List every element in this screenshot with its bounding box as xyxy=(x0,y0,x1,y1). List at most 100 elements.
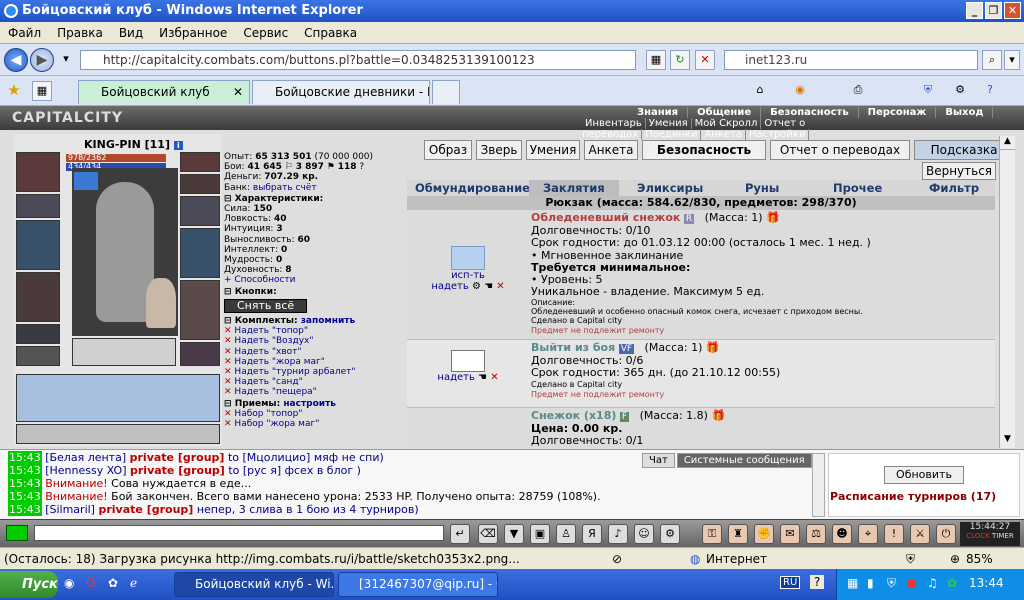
belt-slot[interactable] xyxy=(16,324,60,344)
menu-tools[interactable]: Сервис xyxy=(235,22,296,44)
beast-button[interactable]: Зверь xyxy=(476,140,522,160)
friends-icon[interactable]: ☻ xyxy=(832,524,852,544)
help-icon[interactable]: ? xyxy=(980,81,1000,101)
remember-link[interactable]: запомнить xyxy=(301,316,356,326)
legs-slot[interactable] xyxy=(180,280,220,340)
nav-character[interactable]: Персонаж xyxy=(858,107,937,118)
shield-slot[interactable] xyxy=(180,228,220,278)
hand-icon[interactable]: ☚ xyxy=(478,372,487,383)
exit-icon[interactable]: ⏻ xyxy=(936,524,956,544)
quick-tabs-icon[interactable]: ▦ xyxy=(32,81,52,101)
boots-slot[interactable] xyxy=(180,342,220,366)
extra-slots[interactable] xyxy=(16,424,220,444)
stop-icon[interactable]: ✕ xyxy=(695,50,715,70)
scroll-icon[interactable]: ✉ xyxy=(780,524,800,544)
buff-icon[interactable] xyxy=(74,172,98,190)
gear-icon[interactable]: ⚙ xyxy=(472,281,481,292)
image-button[interactable]: Образ xyxy=(424,140,472,160)
clock-text[interactable]: 13:44 xyxy=(969,576,1004,590)
language-indicator[interactable]: RU xyxy=(780,576,801,589)
empty-slots[interactable] xyxy=(72,338,176,366)
scroll-slots[interactable] xyxy=(16,374,220,422)
minimize-button[interactable]: _ xyxy=(966,2,983,19)
menu-view[interactable]: Вид xyxy=(111,22,151,44)
chars-header[interactable]: ⊟ Характеристики: xyxy=(224,194,404,204)
gear-icon[interactable]: ⚙ xyxy=(950,81,970,101)
bank-link[interactable]: выбрать счёт xyxy=(253,183,317,193)
sets-header[interactable]: ⊟ Комплекты: запомнить xyxy=(224,316,404,326)
trade-icon[interactable]: ⚖ xyxy=(806,524,826,544)
tab-combats[interactable]: Бойцовский клуб ✕ xyxy=(78,80,250,104)
opera-icon[interactable]: O xyxy=(86,576,95,590)
send-icon[interactable]: ↵ xyxy=(450,524,470,544)
tab-system[interactable]: Системные сообщения xyxy=(676,453,812,468)
tab-other[interactable]: Прочее xyxy=(833,181,882,195)
subnav-skills[interactable]: Умения xyxy=(645,118,692,129)
map-icon[interactable]: ⌖ xyxy=(858,524,878,544)
take-off-all-button[interactable]: Снять всё xyxy=(224,298,308,314)
refresh-icon[interactable]: ↻ xyxy=(670,50,690,70)
abilities-link[interactable]: + Способности xyxy=(224,275,404,285)
menu-favorites[interactable]: Избранное xyxy=(151,22,235,44)
nav-communication[interactable]: Общение xyxy=(688,107,762,118)
tab-chat[interactable]: Чат xyxy=(642,453,675,468)
scroll-down-icon[interactable]: ▼ xyxy=(1000,434,1015,448)
forward-button[interactable]: ▶ xyxy=(30,48,54,72)
music-icon[interactable]: ♪ xyxy=(608,524,628,544)
tournament-schedule[interactable]: Расписание турниров (17) xyxy=(829,490,1019,503)
fist-icon[interactable]: ✊ xyxy=(754,524,774,544)
tab-close-icon[interactable]: ✕ xyxy=(233,81,243,103)
tab-elixirs[interactable]: Эликсиры xyxy=(637,181,703,195)
set-item[interactable]: ✕ Надеть "санд" xyxy=(224,377,404,387)
nav-security[interactable]: Безопасность xyxy=(761,107,859,118)
info-icon[interactable]: i xyxy=(173,141,183,150)
trick-item[interactable]: ✕ Набор "топор" xyxy=(224,409,404,419)
menu-help[interactable]: Справка xyxy=(296,22,365,44)
security-button[interactable]: Безопасность xyxy=(642,140,766,160)
bracer-slot[interactable] xyxy=(16,194,60,218)
amulet-slot[interactable] xyxy=(180,152,220,172)
security-tray-icon[interactable]: ⛨ xyxy=(887,576,896,591)
refresh-button[interactable]: Обновить xyxy=(884,466,964,484)
lock-icon[interactable]: ⚿ xyxy=(702,524,722,544)
signal-icon[interactable]: ▮ xyxy=(867,576,874,590)
tricks-header[interactable]: ⊟ Приемы: настроить xyxy=(224,399,404,409)
quicklaunch-icon[interactable]: ◉ xyxy=(64,576,74,590)
set-item[interactable]: ✕ Надеть "хвот" xyxy=(224,347,404,357)
armor-slot[interactable] xyxy=(16,272,60,322)
set-item[interactable]: ✕ Надеть "турнир арбалет" xyxy=(224,367,404,377)
walk-icon[interactable]: ♙ xyxy=(556,524,576,544)
set-item[interactable]: ✕ Надеть "жора маг" xyxy=(224,357,404,367)
menu-edit[interactable]: Правка xyxy=(49,22,111,44)
filter-icon[interactable]: ▼ xyxy=(504,524,524,544)
hand-icon[interactable]: ☚ xyxy=(484,281,493,292)
safety-icon[interactable]: ⛨ xyxy=(918,81,938,101)
ring-slot[interactable] xyxy=(16,346,60,366)
rss-icon[interactable]: ◉ xyxy=(790,81,810,101)
clan-icon[interactable]: ⚔ xyxy=(910,524,930,544)
weapon-slot[interactable] xyxy=(16,220,60,270)
subnav-profile[interactable]: Анкета xyxy=(701,129,746,140)
delete-icon[interactable]: ✕ xyxy=(490,372,498,383)
subnav-scroll[interactable]: Мой Скролл xyxy=(691,118,762,129)
settings-icon[interactable]: ⚙ xyxy=(660,524,680,544)
ie-quick-icon[interactable]: ℯ xyxy=(130,576,137,590)
back-button[interactable]: ◀ xyxy=(4,48,28,72)
tab-equipment[interactable]: Обмундирование xyxy=(415,181,530,195)
history-dropdown[interactable]: ▾ xyxy=(56,50,76,70)
zoom-level[interactable]: 85% xyxy=(966,548,993,570)
tab-diaries[interactable]: Бойцовские дневники - KIN... xyxy=(252,80,430,104)
exit-battle-icon[interactable] xyxy=(451,350,485,372)
tab-spells[interactable]: Заклятия xyxy=(529,180,619,196)
help-tray-icon[interactable]: ? xyxy=(810,575,825,589)
new-tab-button[interactable] xyxy=(432,80,460,104)
address-input[interactable]: http://capitalcity.combats.com/buttons.p… xyxy=(80,50,636,70)
start-button[interactable]: Пуск xyxy=(0,571,58,598)
item-name[interactable]: Выйти из боя xyxy=(531,341,615,354)
menu-file[interactable]: Файл xyxy=(0,22,49,44)
set-item[interactable]: ✕ Надеть "пещера" xyxy=(224,387,404,397)
subnav-settings[interactable]: Настройки xyxy=(745,129,810,140)
profile-button[interactable]: Анкета xyxy=(584,140,638,160)
protected-mode-icon[interactable]: ⛨ xyxy=(906,548,915,570)
transfers-button[interactable]: Отчет о переводах xyxy=(770,140,910,160)
